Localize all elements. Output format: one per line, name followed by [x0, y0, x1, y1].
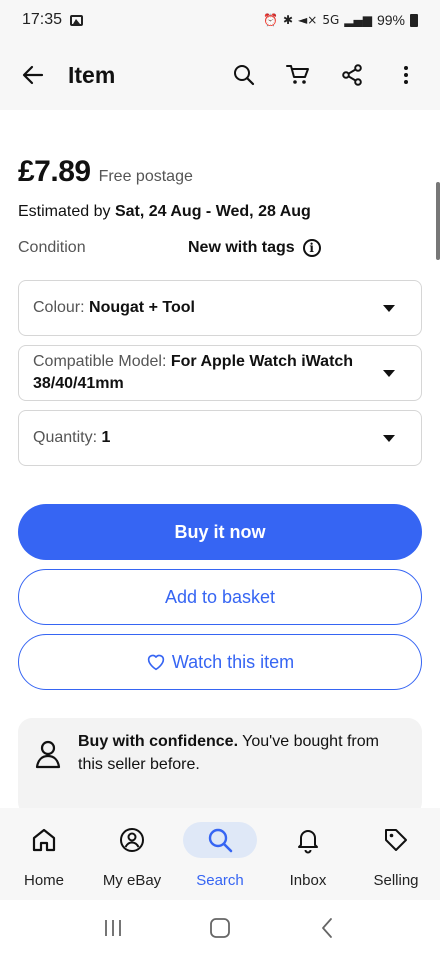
model-select[interactable]: Compatible Model: For Apple Watch iWatch… [18, 345, 422, 401]
postage-text: Free postage [98, 168, 193, 185]
condition-label: Condition [18, 239, 86, 256]
home-icon [7, 822, 81, 858]
item-content: £7.89 Free postage Estimated by Sat, 24 … [0, 110, 440, 808]
alarm-icon: ⏰ [263, 13, 278, 27]
colour-value: Nougat + Tool [89, 299, 195, 316]
buy-it-now-button[interactable]: Buy it now [18, 504, 422, 560]
nav-selling-label: Selling [373, 872, 419, 889]
cart-icon[interactable] [282, 59, 314, 91]
person-icon [30, 736, 66, 772]
bottom-navigation: Home My eBay Search Inbox Selling [0, 808, 440, 900]
nav-my-ebay-label: My eBay [102, 872, 162, 889]
page-title: Item [68, 61, 116, 88]
recent-apps-icon[interactable] [98, 916, 128, 940]
system-navigation [0, 900, 440, 955]
estimate-prefix: Estimated by [18, 203, 115, 220]
back-button-icon[interactable] [312, 916, 342, 940]
search-icon[interactable] [228, 59, 260, 91]
condition-row: Condition New with tags i [18, 239, 422, 257]
buy-confidence-card: Buy with confidence. You've bought from … [18, 718, 422, 808]
chevron-down-icon [383, 304, 395, 312]
item-price: £7.89 [18, 155, 91, 188]
quantity-select[interactable]: Quantity: 1 [18, 410, 422, 466]
home-button-icon[interactable] [205, 916, 235, 940]
bluetooth-icon: ✱ [282, 13, 294, 27]
more-options-icon[interactable] [390, 59, 422, 91]
status-bar: 17:35 ⏰ ✱ ◄× 5G ▂▄▆ 99% [0, 0, 440, 40]
nav-search[interactable]: Search [176, 808, 264, 900]
model-label: Compatible Model: [33, 353, 171, 370]
condition-value: New with tags [188, 239, 295, 256]
back-arrow-icon[interactable] [18, 60, 48, 90]
chevron-down-icon [383, 434, 395, 442]
nav-home-label: Home [23, 872, 64, 889]
gallery-notification-icon [70, 14, 84, 26]
bell-icon [271, 822, 345, 858]
estimate-dates: Sat, 24 Aug - Wed, 28 Aug [114, 203, 311, 220]
network-type: 5G [322, 13, 340, 27]
watch-item-button[interactable]: Watch this item [18, 634, 422, 690]
nav-inbox[interactable]: Inbox [264, 808, 352, 900]
confidence-title: Buy with confidence. [78, 733, 239, 750]
nav-home[interactable]: Home [0, 808, 88, 900]
nav-inbox-label: Inbox [289, 872, 327, 889]
app-bar: Item [0, 40, 440, 110]
chevron-down-icon [383, 369, 395, 377]
nav-selling[interactable]: Selling [352, 808, 440, 900]
tag-icon [359, 822, 433, 858]
user-icon [95, 822, 169, 858]
nav-my-ebay[interactable]: My eBay [88, 808, 176, 900]
quantity-label: Quantity: [33, 429, 102, 446]
search-icon [183, 822, 257, 858]
battery-percent: 99% [376, 12, 405, 28]
quantity-value: 1 [101, 429, 111, 446]
delivery-estimate: Estimated by Sat, 24 Aug - Wed, 28 Aug [18, 203, 422, 221]
mute-icon: ◄× [298, 13, 318, 27]
status-time: 17:35 [22, 11, 63, 28]
info-icon[interactable]: i [302, 239, 321, 257]
colour-label: Colour: [33, 299, 90, 316]
add-to-basket-button[interactable]: Add to basket [18, 569, 422, 625]
heart-icon [146, 653, 166, 671]
share-icon[interactable] [336, 59, 368, 91]
battery-icon [410, 13, 418, 27]
colour-select[interactable]: Colour: Nougat + Tool [18, 280, 422, 336]
watch-item-label: Watch this item [171, 651, 295, 672]
nav-search-label: Search [196, 872, 244, 889]
confidence-text: Buy with confidence. You've bought from … [78, 730, 404, 776]
signal-icon: ▂▄▆ [344, 13, 372, 27]
